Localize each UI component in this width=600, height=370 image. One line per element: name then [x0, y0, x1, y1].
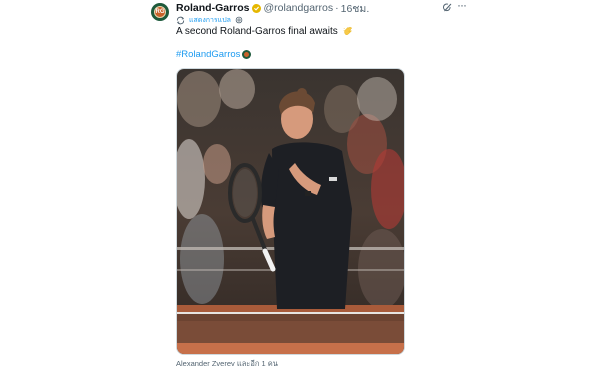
grok-icon[interactable] [442, 2, 453, 13]
translate-icon [176, 16, 185, 24]
hashtag-link[interactable]: #RolandGarros [176, 49, 240, 60]
verified-badge-icon[interactable] [251, 3, 261, 13]
more-icon[interactable]: ··· [457, 0, 469, 12]
media-tag-caption[interactable]: Alexander Zverev และอีก 1 คน [176, 358, 278, 370]
show-translation-link[interactable]: แสดงการแปล [176, 15, 243, 25]
tweet[interactable]: RG Roland-Garros @roland‌garros · 16ชม. … [0, 0, 600, 368]
hashtag-row: #RolandGarros [176, 49, 252, 60]
separator-dot: · [335, 2, 339, 14]
handle[interactable]: @roland‌garros [264, 2, 334, 14]
tweet-media-photo[interactable] [176, 68, 405, 355]
display-name[interactable]: Roland-Garros [176, 2, 250, 14]
tweet-header: Roland-Garros @roland‌garros · 16ชม. [176, 1, 369, 15]
roland-garros-logo-icon: RG [154, 6, 166, 18]
roland-garros-hashflag-icon [242, 50, 252, 59]
tweet-text: A second Roland-Garros final awaits [176, 26, 353, 37]
show-translation-label: แสดงการแปล [189, 16, 231, 24]
player-celebration-image [177, 69, 404, 354]
waving-hand-emoji-icon [343, 26, 352, 35]
gear-icon[interactable] [235, 16, 243, 24]
timestamp[interactable]: 16ชม. [341, 0, 370, 17]
tweet-text-body: A second Roland-Garros final awaits [176, 26, 338, 37]
avatar[interactable]: RG [151, 3, 169, 21]
